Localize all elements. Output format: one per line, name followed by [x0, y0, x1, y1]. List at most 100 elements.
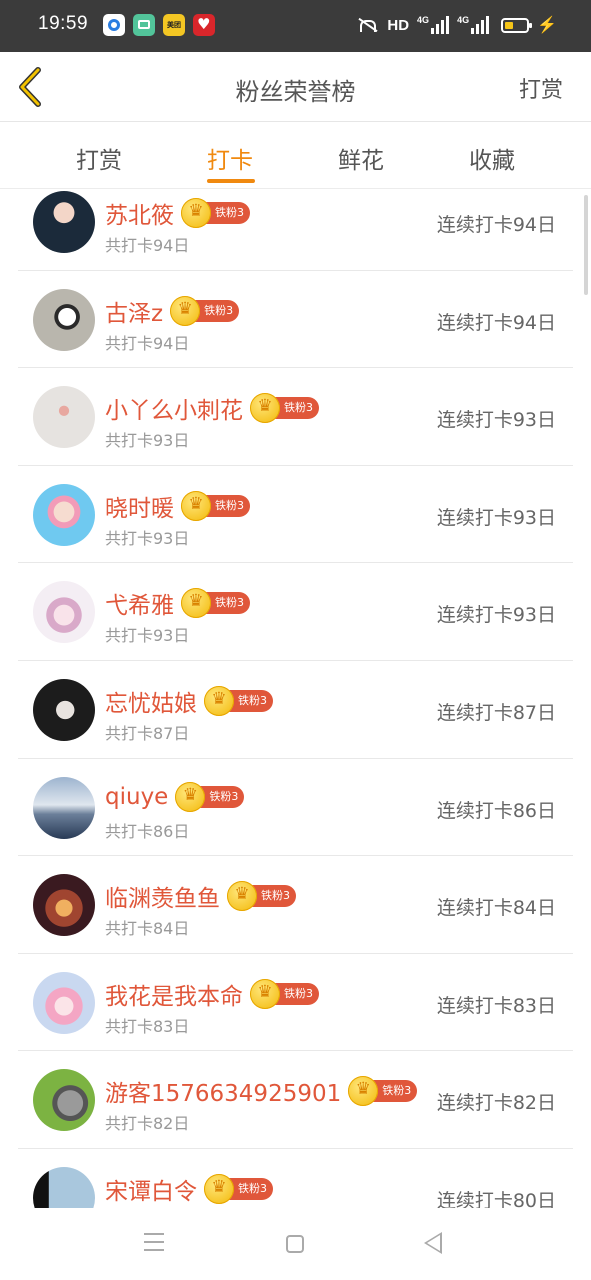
signal-icon-2: [471, 16, 490, 34]
system-nav-bar: [0, 1208, 591, 1280]
fan-name[interactable]: 弋希雅: [105, 586, 174, 620]
avatar[interactable]: [33, 581, 95, 644]
list-item[interactable]: 古泽z 铁粉3 共打卡94日 连续打卡94日: [0, 271, 591, 369]
crown-icon: [181, 490, 211, 521]
avatar[interactable]: [33, 776, 95, 839]
browser-app-icon: [103, 14, 125, 36]
avatar[interactable]: [33, 971, 95, 1034]
heart-app-icon: [193, 14, 215, 36]
header: 粉丝荣誉榜 打赏: [0, 52, 591, 122]
fan-badge: 铁粉3: [181, 490, 250, 521]
fan-name[interactable]: 忘忧姑娘: [105, 684, 197, 718]
battery-level: [505, 21, 514, 29]
status-app-icons: 美团: [103, 14, 215, 36]
total-checkins: 共打卡93日: [105, 431, 190, 451]
streak-checkins: 连续打卡93日: [436, 506, 556, 529]
streak-checkins: 连续打卡83日: [436, 994, 556, 1017]
fan-name[interactable]: 古泽z: [105, 294, 163, 328]
fan-name[interactable]: 晓时暖: [105, 489, 174, 523]
avatar[interactable]: [33, 386, 95, 449]
crown-icon: [170, 295, 201, 326]
status-time: 19:59: [38, 13, 89, 34]
home-icon[interactable]: [286, 1235, 304, 1253]
hd-label: HD: [387, 16, 410, 34]
crown-icon: [181, 198, 211, 228]
total-checkins: 共打卡94日: [105, 236, 190, 255]
tab-bar: 打赏 打卡 鲜花 收藏: [0, 123, 591, 189]
scrollbar[interactable]: [584, 195, 588, 295]
total-checkins: 共打卡93日: [105, 626, 190, 646]
fan-name[interactable]: 我花是我本命: [105, 977, 243, 1011]
back-triangle-icon[interactable]: [424, 1232, 442, 1254]
total-checkins: 共打卡86日: [105, 821, 190, 841]
streak-checkins: 连续打卡93日: [436, 409, 556, 432]
streak-checkins: 连续打卡84日: [436, 897, 556, 920]
list-item[interactable]: 苏北筱 铁粉3 共打卡94日 连续打卡94日: [0, 190, 591, 271]
list-item[interactable]: 临渊羡鱼鱼 铁粉3 共打卡84日 连续打卡84日: [0, 856, 591, 954]
streak-checkins: 连续打卡94日: [436, 311, 556, 334]
total-checkins: 共打卡93日: [105, 528, 190, 548]
network-type-2: 4G: [457, 15, 470, 25]
total-checkins: 共打卡83日: [105, 1016, 190, 1036]
crown-icon: [227, 881, 257, 912]
status-bar: 19:59 美团 HD 4G 4G ⚡: [0, 0, 591, 52]
meituan-app-icon: 美团: [163, 14, 185, 36]
fan-name[interactable]: 宋谭白令: [105, 1172, 197, 1206]
fan-name[interactable]: 小丫么小刺花: [105, 391, 243, 425]
tab-checkin[interactable]: 打卡: [175, 141, 285, 175]
fan-name[interactable]: 苏北筱: [105, 196, 174, 230]
tab-favorites[interactable]: 收藏: [437, 141, 547, 175]
mute-icon: [357, 16, 379, 34]
fan-list[interactable]: 苏北筱 铁粉3 共打卡94日 连续打卡94日 古泽z 铁粉3 共打卡94日 连续…: [0, 190, 591, 1208]
avatar[interactable]: [33, 483, 95, 546]
list-item[interactable]: 小丫么小刺花 铁粉3 共打卡93日 连续打卡93日: [0, 368, 591, 466]
streak-checkins: 连续打卡80日: [436, 1189, 556, 1208]
fan-badge: 铁粉3: [204, 1173, 273, 1204]
fan-badge: 铁粉3: [250, 978, 319, 1009]
tab-reward[interactable]: 打赏: [44, 141, 154, 175]
crown-icon: [175, 781, 206, 812]
fan-name[interactable]: 临渊羡鱼鱼: [105, 879, 220, 913]
list-item[interactable]: 游客1576634925901 铁粉3 共打卡82日 连续打卡82日: [0, 1051, 591, 1149]
menu-icon[interactable]: [144, 1233, 164, 1257]
avatar[interactable]: [33, 1166, 95, 1208]
crown-icon: [250, 978, 280, 1009]
fan-badge: 铁粉3: [181, 588, 250, 619]
fan-badge: 铁粉3: [181, 198, 250, 228]
tab-flowers[interactable]: 鲜花: [306, 141, 416, 175]
streak-checkins: 连续打卡93日: [436, 604, 556, 627]
avatar[interactable]: [33, 874, 95, 937]
list-item[interactable]: 晓时暖 铁粉3 共打卡93日 连续打卡93日: [0, 466, 591, 564]
charging-icon: ⚡: [537, 17, 557, 34]
fan-badge: 铁粉3: [170, 295, 240, 326]
list-item[interactable]: 弋希雅 铁粉3 共打卡93日 连续打卡93日: [0, 563, 591, 661]
avatar[interactable]: [33, 191, 95, 253]
list-item[interactable]: qiuye 铁粉3 共打卡86日 连续打卡86日: [0, 759, 591, 857]
total-checkins: 共打卡94日: [105, 333, 190, 353]
reward-button[interactable]: 打赏: [519, 72, 563, 104]
fan-badge: 铁粉3: [250, 393, 319, 424]
battery-icon: [501, 17, 533, 33]
status-indicators: HD 4G 4G ⚡: [357, 15, 557, 35]
crown-icon: [250, 393, 280, 424]
network-type-1: 4G: [417, 15, 430, 25]
crown-icon: [204, 685, 234, 716]
avatar[interactable]: [33, 678, 95, 741]
total-checkins: 共打卡84日: [105, 919, 190, 939]
avatar[interactable]: [33, 288, 95, 351]
fan-name[interactable]: 游客1576634925901: [105, 1074, 341, 1108]
avatar[interactable]: [33, 1069, 95, 1132]
fan-name[interactable]: qiuye: [105, 784, 168, 810]
active-tab-indicator: [207, 179, 255, 183]
message-app-icon: [133, 14, 155, 36]
streak-checkins: 连续打卡94日: [436, 214, 556, 236]
list-item[interactable]: 忘忧姑娘 铁粉3 共打卡87日 连续打卡87日: [0, 661, 591, 759]
crown-icon: [204, 1173, 234, 1204]
page-title: 粉丝荣誉榜: [235, 78, 356, 106]
fan-badge: 铁粉3: [204, 685, 273, 716]
fan-badge: 铁粉3: [227, 881, 296, 912]
list-item[interactable]: 我花是我本命 铁粉3 共打卡83日 连续打卡83日: [0, 954, 591, 1052]
list-item[interactable]: 宋谭白令 铁粉3 连续打卡80日: [0, 1149, 591, 1208]
total-checkins: 共打卡87日: [105, 723, 190, 743]
total-checkins: 共打卡82日: [105, 1114, 190, 1134]
